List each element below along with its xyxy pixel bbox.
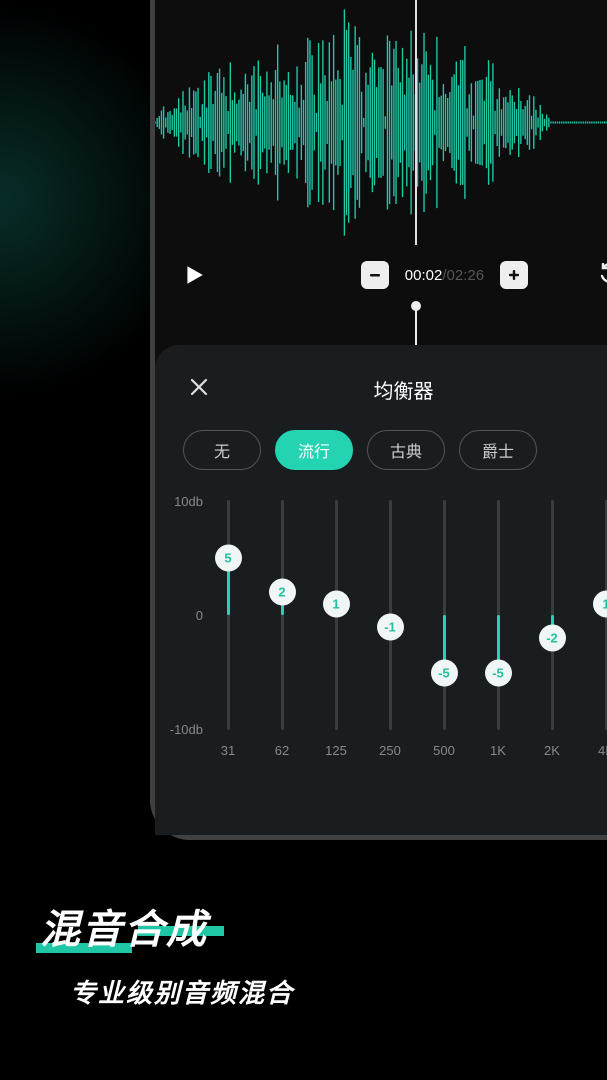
slider-thumb[interactable]: 5 xyxy=(215,544,242,571)
slider-thumb[interactable]: 1 xyxy=(323,590,350,617)
slider-thumb[interactable]: -2 xyxy=(539,625,566,652)
play-button[interactable] xyxy=(179,260,209,290)
axis-min: -10db xyxy=(170,722,203,737)
phone-frame: 00:02/02:26 均衡器 无流行古典爵士 10d xyxy=(150,0,607,840)
play-icon xyxy=(183,264,205,286)
freq-label: 500 xyxy=(424,743,464,758)
preset-row: 无流行古典爵士 xyxy=(155,430,607,470)
plus-icon xyxy=(508,269,520,281)
preset-0[interactable]: 无 xyxy=(183,430,261,470)
freq-label: 31 xyxy=(208,743,248,758)
eq-sliders-area: 10db 0 -10db 5312621125-1250-5500-51K-22… xyxy=(155,500,607,780)
sliders-container: 5312621125-1250-5500-51K-22K14K28 xyxy=(205,500,607,735)
waveform-display[interactable] xyxy=(155,0,607,245)
playhead-line xyxy=(415,0,417,245)
slider-thumb[interactable]: 1 xyxy=(593,590,607,617)
freq-label: 4K xyxy=(586,743,607,758)
slider-thumb[interactable]: 2 xyxy=(269,579,296,606)
axis-labels: 10db 0 -10db xyxy=(161,500,203,730)
slider-track: 1 xyxy=(335,500,338,730)
preset-3[interactable]: 爵士 xyxy=(459,430,537,470)
eq-band-31[interactable]: 531 xyxy=(213,500,243,735)
slider-track: 5 xyxy=(227,500,230,730)
close-button[interactable] xyxy=(183,371,215,408)
promo-block: 混音合成 专业级别音频混合 xyxy=(40,897,294,1010)
freq-label: 62 xyxy=(262,743,302,758)
promo-subtitle: 专业级别音频混合 xyxy=(40,973,294,1010)
eq-band-2K[interactable]: -22K xyxy=(537,500,567,735)
promo-title-text: 混音合成 xyxy=(40,908,208,952)
minus-icon xyxy=(369,269,381,281)
eq-band-500[interactable]: -5500 xyxy=(429,500,459,735)
eq-band-4K[interactable]: 14K xyxy=(591,500,607,735)
time-display: 00:02/02:26 xyxy=(405,267,484,284)
freq-label: 1K xyxy=(478,743,518,758)
close-icon xyxy=(189,377,209,397)
slider-track: -2 xyxy=(551,500,554,730)
axis-max: 10db xyxy=(174,494,203,509)
preset-2[interactable]: 古典 xyxy=(367,430,445,470)
zoom-in-button[interactable] xyxy=(500,261,528,289)
slider-track: -1 xyxy=(389,500,392,730)
playhead-marker[interactable] xyxy=(415,305,417,347)
transport-bar: 00:02/02:26 xyxy=(155,245,607,305)
slider-track: 2 xyxy=(281,500,284,730)
slider-thumb[interactable]: -1 xyxy=(377,613,404,640)
freq-label: 250 xyxy=(370,743,410,758)
slider-thumb[interactable]: -5 xyxy=(485,659,512,686)
freq-label: 2K xyxy=(532,743,572,758)
playhead-marker-area xyxy=(155,305,607,345)
equalizer-title: 均衡器 xyxy=(215,375,607,404)
equalizer-panel: 均衡器 无流行古典爵士 10db 0 -10db 5312621125-1250… xyxy=(155,345,607,835)
eq-band-62[interactable]: 262 xyxy=(267,500,297,735)
eq-band-1K[interactable]: -51K xyxy=(483,500,513,735)
preset-1[interactable]: 流行 xyxy=(275,430,353,470)
waveform-svg xyxy=(155,0,607,245)
eq-band-125[interactable]: 1125 xyxy=(321,500,351,735)
equalizer-header: 均衡器 xyxy=(155,365,607,430)
freq-label: 125 xyxy=(316,743,356,758)
slider-thumb[interactable]: -5 xyxy=(431,659,458,686)
promo-title: 混音合成 xyxy=(40,897,208,955)
eq-band-250[interactable]: -1250 xyxy=(375,500,405,735)
slider-track: -5 xyxy=(497,500,500,730)
axis-mid: 0 xyxy=(196,608,203,623)
slider-track: -5 xyxy=(443,500,446,730)
current-time: 00:02 xyxy=(405,267,443,284)
undo-icon xyxy=(599,263,607,287)
zoom-out-button[interactable] xyxy=(361,261,389,289)
undo-button[interactable] xyxy=(596,260,607,290)
total-time: 02:26 xyxy=(447,267,485,284)
